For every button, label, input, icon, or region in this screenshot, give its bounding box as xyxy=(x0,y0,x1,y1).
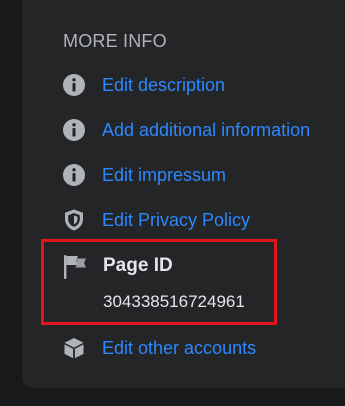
edit-impressum-row[interactable]: Edit impressum xyxy=(61,161,226,189)
cube-icon xyxy=(61,335,87,361)
edit-other-accounts-row[interactable]: Edit other accounts xyxy=(61,334,256,362)
info-icon xyxy=(61,117,87,143)
more-info-card xyxy=(22,0,345,388)
page-id-value: 304338516724961 xyxy=(103,292,245,311)
edit-privacy-policy-row[interactable]: Edit Privacy Policy xyxy=(61,206,250,234)
edit-impressum-link[interactable]: Edit impressum xyxy=(102,165,226,186)
edit-description-row[interactable]: Edit description xyxy=(61,71,225,99)
add-additional-information-row[interactable]: Add additional information xyxy=(61,116,310,144)
add-additional-information-link[interactable]: Add additional information xyxy=(102,120,310,141)
page-id-label: Page ID xyxy=(103,255,173,276)
info-icon xyxy=(61,72,87,98)
info-icon xyxy=(61,162,87,188)
page-id-highlight-box xyxy=(41,239,277,325)
shield-icon xyxy=(61,207,87,233)
edit-other-accounts-link[interactable]: Edit other accounts xyxy=(102,338,256,359)
edit-privacy-policy-link[interactable]: Edit Privacy Policy xyxy=(102,210,250,231)
edit-description-link[interactable]: Edit description xyxy=(102,75,225,96)
section-title: MORE INFO xyxy=(63,31,167,51)
flag-icon xyxy=(61,253,89,281)
